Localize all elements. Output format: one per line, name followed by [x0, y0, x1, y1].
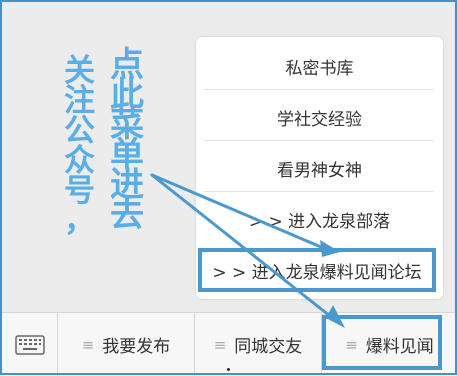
arrowhead-icon	[320, 240, 340, 257]
annotation-arrows	[150, 173, 345, 328]
arrowhead-icon	[326, 305, 345, 328]
arrow-to-news-tab	[150, 173, 337, 322]
arrow-to-forum-item	[150, 173, 330, 252]
